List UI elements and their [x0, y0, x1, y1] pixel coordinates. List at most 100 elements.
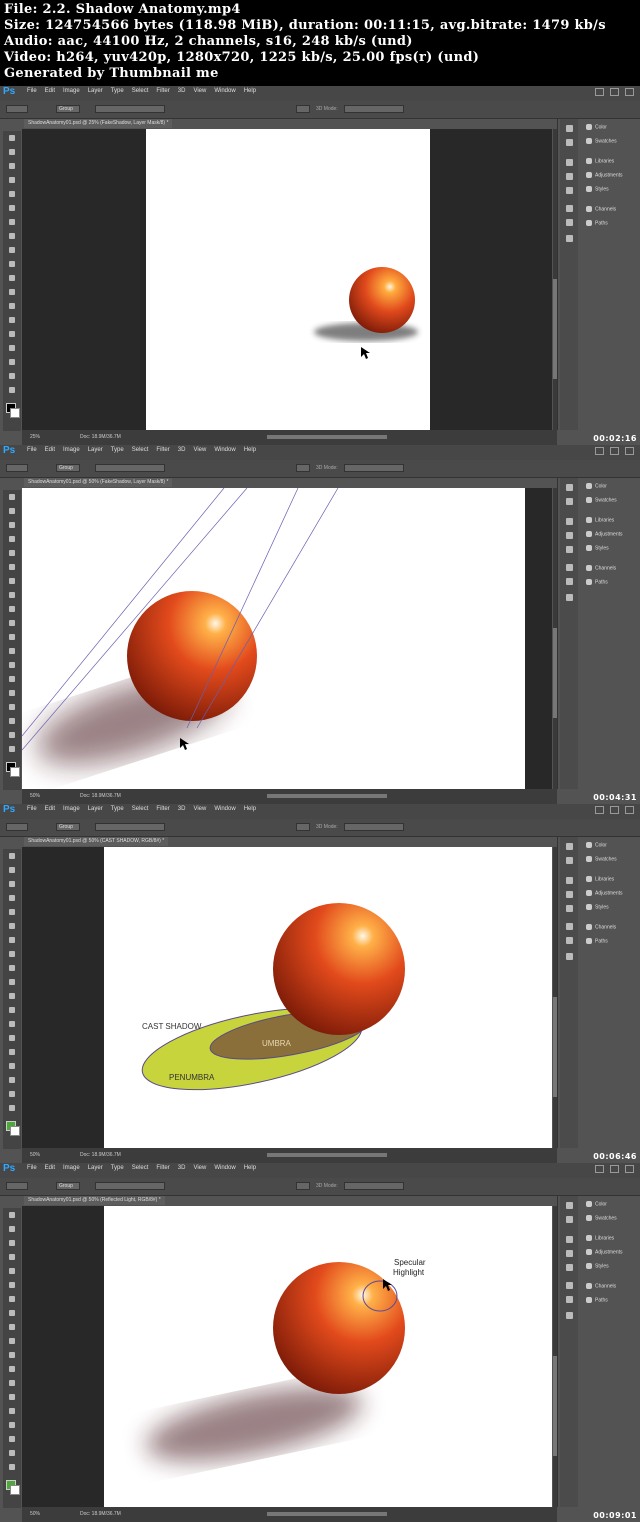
- close-button[interactable]: [625, 1165, 634, 1173]
- align-icons[interactable]: [95, 1182, 165, 1190]
- menu-edit[interactable]: Edit: [45, 806, 55, 812]
- minimize-button[interactable]: [595, 806, 604, 814]
- menu-image[interactable]: Image: [63, 447, 80, 453]
- panel-color[interactable]: Color: [586, 124, 607, 130]
- maximize-button[interactable]: [610, 447, 619, 455]
- panel-channels[interactable]: Channels: [586, 206, 616, 212]
- menu-select[interactable]: Select: [132, 88, 149, 94]
- zoom-level[interactable]: 50%: [30, 1511, 40, 1517]
- minimize-button[interactable]: [595, 1165, 604, 1173]
- 3d-mode-icons[interactable]: [344, 1182, 404, 1190]
- panel-styles[interactable]: Styles: [586, 904, 609, 910]
- distribute-icon[interactable]: [296, 823, 310, 831]
- zoom-level[interactable]: 25%: [30, 434, 40, 440]
- menu-layer[interactable]: Layer: [88, 447, 103, 453]
- menu-filter[interactable]: Filter: [156, 88, 169, 94]
- panel-libraries[interactable]: Libraries: [586, 158, 614, 164]
- align-icons[interactable]: [95, 105, 165, 113]
- panel-color[interactable]: Color: [586, 842, 607, 848]
- distribute-icon[interactable]: [296, 105, 310, 113]
- background-color-swatch[interactable]: [10, 1126, 20, 1136]
- menu-file[interactable]: File: [27, 88, 37, 94]
- menu-image[interactable]: Image: [63, 806, 80, 812]
- panel-libraries[interactable]: Libraries: [586, 1235, 614, 1241]
- distribute-icon[interactable]: [296, 1182, 310, 1190]
- menu-window[interactable]: Window: [214, 806, 235, 812]
- zoom-level[interactable]: 50%: [30, 1152, 40, 1158]
- document-canvas[interactable]: CAST SHADOW UMBRA PENUMBRA: [104, 847, 552, 1148]
- menu-3d[interactable]: 3D: [178, 1165, 186, 1171]
- 3d-mode-icons[interactable]: [344, 464, 404, 472]
- align-icons[interactable]: [95, 823, 165, 831]
- menu-type[interactable]: Type: [111, 806, 124, 812]
- maximize-button[interactable]: [610, 88, 619, 96]
- menu-window[interactable]: Window: [214, 1165, 235, 1171]
- document-canvas[interactable]: Specular Highlight: [104, 1206, 552, 1507]
- panel-color[interactable]: Color: [586, 483, 607, 489]
- menu-file[interactable]: File: [27, 447, 37, 453]
- menu-file[interactable]: File: [27, 1165, 37, 1171]
- close-button[interactable]: [625, 88, 634, 96]
- menu-help[interactable]: Help: [244, 447, 256, 453]
- maximize-button[interactable]: [610, 1165, 619, 1173]
- menu-select[interactable]: Select: [132, 1165, 149, 1171]
- panel-paths[interactable]: Paths: [586, 220, 608, 226]
- horizontal-scrollbar[interactable]: [267, 794, 387, 798]
- auto-select-dropdown[interactable]: Group: [56, 105, 80, 113]
- auto-select-dropdown[interactable]: Group: [56, 464, 80, 472]
- minimize-button[interactable]: [595, 88, 604, 96]
- menu-file[interactable]: File: [27, 806, 37, 812]
- menu-help[interactable]: Help: [244, 806, 256, 812]
- menu-help[interactable]: Help: [244, 1165, 256, 1171]
- panel-adjustments[interactable]: Adjustments: [586, 531, 623, 537]
- panel-color[interactable]: Color: [586, 1201, 607, 1207]
- panel-styles[interactable]: Styles: [586, 186, 609, 192]
- panel-swatches[interactable]: Swatches: [586, 497, 617, 503]
- panel-paths[interactable]: Paths: [586, 579, 608, 585]
- menu-view[interactable]: View: [193, 447, 206, 453]
- minimize-button[interactable]: [595, 447, 604, 455]
- panel-swatches[interactable]: Swatches: [586, 856, 617, 862]
- panel-libraries[interactable]: Libraries: [586, 876, 614, 882]
- panel-paths[interactable]: Paths: [586, 938, 608, 944]
- menu-image[interactable]: Image: [63, 88, 80, 94]
- panel-paths[interactable]: Paths: [586, 1297, 608, 1303]
- horizontal-scrollbar[interactable]: [267, 1153, 387, 1157]
- align-icons[interactable]: [95, 464, 165, 472]
- panel-channels[interactable]: Channels: [586, 924, 616, 930]
- panel-libraries[interactable]: Libraries: [586, 517, 614, 523]
- horizontal-scrollbar[interactable]: [267, 1512, 387, 1516]
- document-tab[interactable]: ShadowAnatomy01.psd @ 50% (FakeShadow, L…: [24, 478, 173, 487]
- horizontal-scrollbar[interactable]: [267, 435, 387, 439]
- panel-adjustments[interactable]: Adjustments: [586, 1249, 623, 1255]
- move-tool-icon[interactable]: [6, 1182, 28, 1190]
- auto-select-dropdown[interactable]: Group: [56, 1182, 80, 1190]
- panel-styles[interactable]: Styles: [586, 545, 609, 551]
- move-tool-icon[interactable]: [6, 464, 28, 472]
- menu-edit[interactable]: Edit: [45, 88, 55, 94]
- menu-image[interactable]: Image: [63, 1165, 80, 1171]
- menu-filter[interactable]: Filter: [156, 447, 169, 453]
- close-button[interactable]: [625, 447, 634, 455]
- background-color-swatch[interactable]: [10, 1485, 20, 1495]
- menu-select[interactable]: Select: [132, 447, 149, 453]
- panel-swatches[interactable]: Swatches: [586, 1215, 617, 1221]
- distribute-icon[interactable]: [296, 464, 310, 472]
- background-color-swatch[interactable]: [10, 767, 20, 777]
- panel-adjustments[interactable]: Adjustments: [586, 890, 623, 896]
- document-tab[interactable]: ShadowAnatomy01.psd @ 50% (CAST SHADOW, …: [24, 837, 169, 846]
- menu-view[interactable]: View: [193, 806, 206, 812]
- panel-channels[interactable]: Channels: [586, 1283, 616, 1289]
- document-canvas[interactable]: [146, 129, 430, 430]
- menu-type[interactable]: Type: [111, 447, 124, 453]
- auto-select-dropdown[interactable]: Group: [56, 823, 80, 831]
- menu-layer[interactable]: Layer: [88, 88, 103, 94]
- menu-3d[interactable]: 3D: [178, 806, 186, 812]
- menu-filter[interactable]: Filter: [156, 806, 169, 812]
- menu-layer[interactable]: Layer: [88, 1165, 103, 1171]
- zoom-level[interactable]: 50%: [30, 793, 40, 799]
- document-canvas[interactable]: [22, 488, 525, 789]
- menu-layer[interactable]: Layer: [88, 806, 103, 812]
- panel-adjustments[interactable]: Adjustments: [586, 172, 623, 178]
- menu-window[interactable]: Window: [214, 447, 235, 453]
